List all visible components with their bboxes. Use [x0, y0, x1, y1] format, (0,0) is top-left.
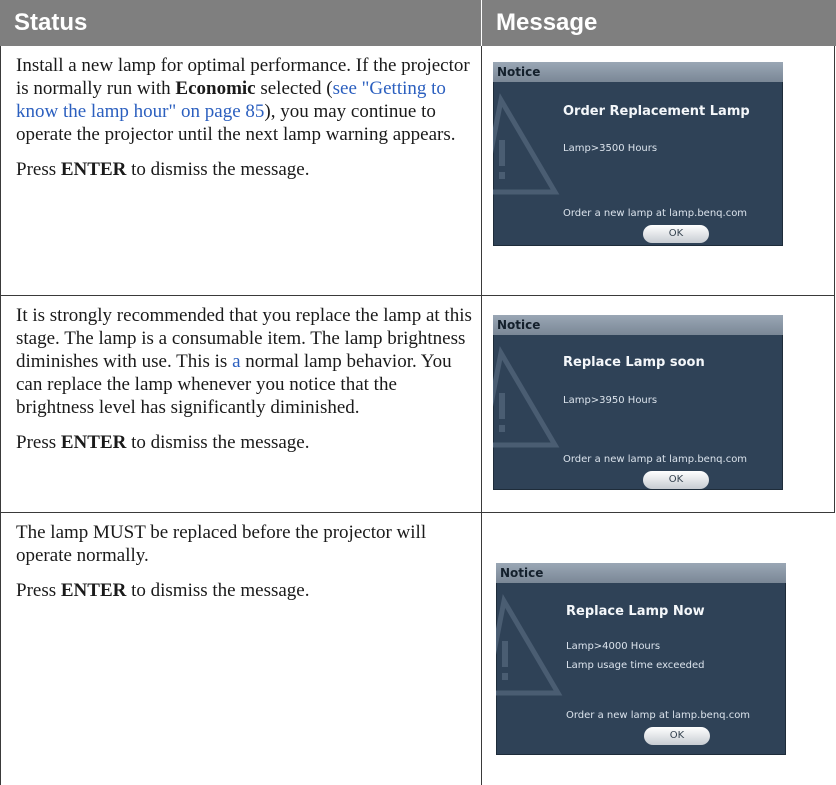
enter-key-label: ENTER: [60, 580, 127, 601]
notice-dialog: Notice Replace Lamp Now Lamp>4000 Hours …: [496, 563, 786, 755]
status-paragraph: The lamp MUST be replaced before the pro…: [16, 522, 427, 566]
lamp-hours-text: Lamp>3500 Hours: [563, 143, 658, 154]
row-2-status-cell: It is strongly recommended that you repl…: [16, 304, 472, 466]
dismiss-instruction: Press ENTER to dismiss the message.: [16, 159, 310, 180]
dismiss-instruction: Press ENTER to dismiss the message.: [16, 432, 310, 453]
order-lamp-text: Order a new lamp at lamp.benq.com: [563, 208, 748, 219]
notice-title-bar: Notice: [493, 62, 783, 82]
notice-dialog: Notice Replace Lamp soon Lamp>3950 Hours…: [493, 315, 783, 490]
lamp-hours-text: Lamp>4000 Hours: [566, 641, 661, 652]
message-header-label: Message: [496, 9, 598, 36]
order-lamp-text: Order a new lamp at lamp.benq.com: [566, 710, 751, 721]
inline-link[interactable]: a: [232, 351, 240, 372]
notice-title-bar: Notice: [493, 315, 783, 335]
grid-line: [0, 513, 1, 785]
ok-button[interactable]: OK: [644, 727, 710, 745]
warning-icon: [493, 346, 560, 448]
notice-heading: Order Replacement Lamp: [563, 104, 750, 119]
status-paragraph: It is strongly recommended that you repl…: [16, 305, 472, 418]
lamp-exceeded-text: Lamp usage time exceeded: [566, 660, 705, 671]
ok-button[interactable]: OK: [643, 225, 709, 243]
grid-line: [0, 46, 1, 295]
notice-heading: Replace Lamp Now: [566, 604, 705, 619]
status-header-label: Status: [14, 9, 88, 36]
economic-mode-label: Economic: [175, 78, 256, 99]
grid-line: [834, 46, 835, 512]
dismiss-instruction: Press ENTER to dismiss the message.: [16, 580, 310, 601]
grid-line: [481, 46, 482, 785]
warning-icon: [493, 93, 560, 195]
enter-key-label: ENTER: [60, 159, 127, 180]
ok-button[interactable]: OK: [643, 471, 709, 489]
warning-icon: [496, 594, 563, 696]
notice-dialog: Notice Order Replacement Lamp Lamp>3500 …: [493, 62, 783, 246]
status-paragraph: Install a new lamp for optimal performan…: [16, 55, 470, 145]
message-column-header: Message: [482, 0, 836, 46]
notice-title-bar: Notice: [496, 563, 786, 583]
status-column-header: Status: [0, 0, 481, 46]
order-lamp-text: Order a new lamp at lamp.benq.com: [563, 454, 748, 465]
grid-line: [0, 295, 835, 296]
grid-line: [0, 512, 835, 513]
notice-heading: Replace Lamp soon: [563, 355, 705, 370]
row-1-status-cell: Install a new lamp for optimal performan…: [16, 54, 472, 193]
row-3-status-cell: The lamp MUST be replaced before the pro…: [16, 521, 472, 614]
lamp-hours-text: Lamp>3950 Hours: [563, 395, 658, 406]
grid-line: [0, 296, 1, 512]
enter-key-label: ENTER: [60, 432, 127, 453]
